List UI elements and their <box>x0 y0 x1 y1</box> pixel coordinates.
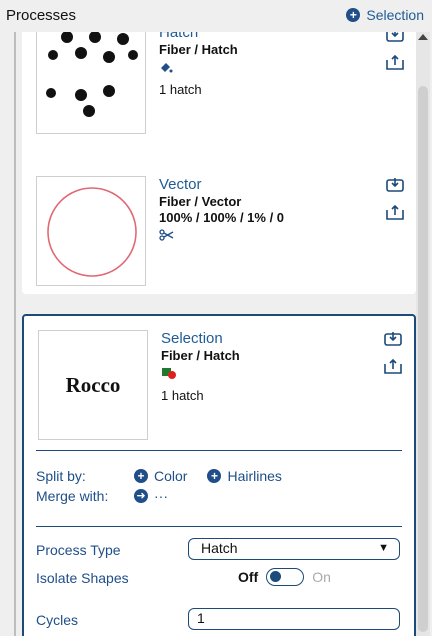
toggle-on-label: On <box>312 569 331 585</box>
cycles-label: Cycles <box>36 612 79 628</box>
export-icon[interactable] <box>384 358 402 374</box>
process-type-value: Hatch <box>201 540 238 556</box>
plus-circle-icon: + <box>346 8 361 22</box>
hatch-count: 1 hatch <box>161 388 204 403</box>
process-thumbnail <box>36 32 146 134</box>
toggle-switch[interactable] <box>266 568 305 586</box>
plus-circle-icon: + <box>134 469 148 483</box>
split-hairlines-button[interactable]: + Hairlines <box>207 468 282 484</box>
scroll-thumb[interactable] <box>418 86 428 632</box>
scrollbar[interactable] <box>416 32 430 636</box>
process-list: Hatch Fiber / Hatch 1 hatch Vector Fiber… <box>22 32 416 636</box>
process-params: 100% / 100% / 1% / 0 <box>159 210 285 225</box>
circle-thumbnail <box>47 187 137 277</box>
process-info: Hatch Fiber / Hatch 1 hatch <box>159 32 238 98</box>
split-color-label: Color <box>154 468 188 484</box>
cycles-input[interactable]: 1 <box>188 608 400 630</box>
plus-circle-icon: + <box>207 469 222 483</box>
cycles-value: 1 <box>197 610 205 626</box>
import-icon[interactable] <box>384 330 402 346</box>
process-type: Fiber / Hatch <box>159 42 238 57</box>
card-actions <box>384 330 404 386</box>
isolate-shapes-label: Isolate Shapes <box>36 570 129 586</box>
process-type: Fiber / Hatch <box>161 348 240 363</box>
hatch-count: 1 hatch <box>159 82 202 97</box>
split-color-button[interactable]: + Color <box>134 468 187 484</box>
merge-with-row: Merge with: ➜ ··· <box>36 488 168 504</box>
add-selection-label: Selection <box>366 7 424 23</box>
process-name[interactable]: Selection <box>161 330 240 348</box>
process-card-hatch[interactable]: Hatch Fiber / Hatch 1 hatch <box>22 32 416 168</box>
color-swatch-icon <box>161 366 240 382</box>
scroll-up-arrow-icon[interactable] <box>418 34 428 40</box>
process-info: Vector Fiber / Vector 100% / 100% / 1% /… <box>159 176 284 244</box>
export-icon[interactable] <box>386 54 404 70</box>
card-actions <box>386 32 406 82</box>
add-selection-button[interactable]: + Selection <box>346 7 424 23</box>
process-info: Selection Fiber / Hatch 1 hatch <box>161 330 240 404</box>
hatch-dots-thumbnail <box>46 32 138 117</box>
process-card-selection[interactable]: Rocco Selection Fiber / Hatch 1 hatch Sp… <box>22 314 416 636</box>
panel-header: Processes + Selection <box>0 0 432 32</box>
import-icon[interactable] <box>386 32 404 42</box>
process-thumbnail: Rocco <box>38 330 148 440</box>
process-card-vector[interactable]: Vector Fiber / Vector 100% / 100% / 1% /… <box>22 160 416 294</box>
scissors-icon <box>159 228 284 244</box>
dropdown-caret-icon: ▼ <box>378 542 389 554</box>
toggle-off-label: Off <box>238 569 259 585</box>
split-by-label: Split by: <box>36 468 86 484</box>
process-type-label: Process Type <box>36 542 121 558</box>
process-thumbnail <box>36 176 146 286</box>
process-type-select[interactable]: Hatch ▼ <box>188 538 400 560</box>
toggle-knob <box>270 571 282 582</box>
split-by-row: Split by: + Color + Hairlines <box>36 468 282 484</box>
process-list-panel: Hatch Fiber / Hatch 1 hatch Vector Fiber… <box>14 32 430 636</box>
process-name[interactable]: Hatch <box>159 32 238 42</box>
divider <box>36 450 402 451</box>
process-name[interactable]: Vector <box>159 176 284 194</box>
panel-title: Processes <box>6 7 77 24</box>
merge-with-label: Merge with: <box>36 488 109 504</box>
paint-bucket-icon <box>159 60 238 76</box>
isolate-shapes-toggle[interactable]: Off On <box>238 568 331 586</box>
export-icon[interactable] <box>386 204 404 220</box>
arrow-right-circle-icon: ➜ <box>134 489 148 503</box>
process-type: Fiber / Vector <box>159 194 242 209</box>
card-actions <box>386 176 406 232</box>
divider <box>36 526 402 527</box>
import-icon[interactable] <box>386 176 404 192</box>
rocco-text-thumbnail: Rocco <box>65 372 121 397</box>
split-hairlines-label: Hairlines <box>227 468 282 484</box>
merge-with-button[interactable]: ➜ ··· <box>134 488 168 504</box>
merge-with-value: ··· <box>154 488 168 504</box>
